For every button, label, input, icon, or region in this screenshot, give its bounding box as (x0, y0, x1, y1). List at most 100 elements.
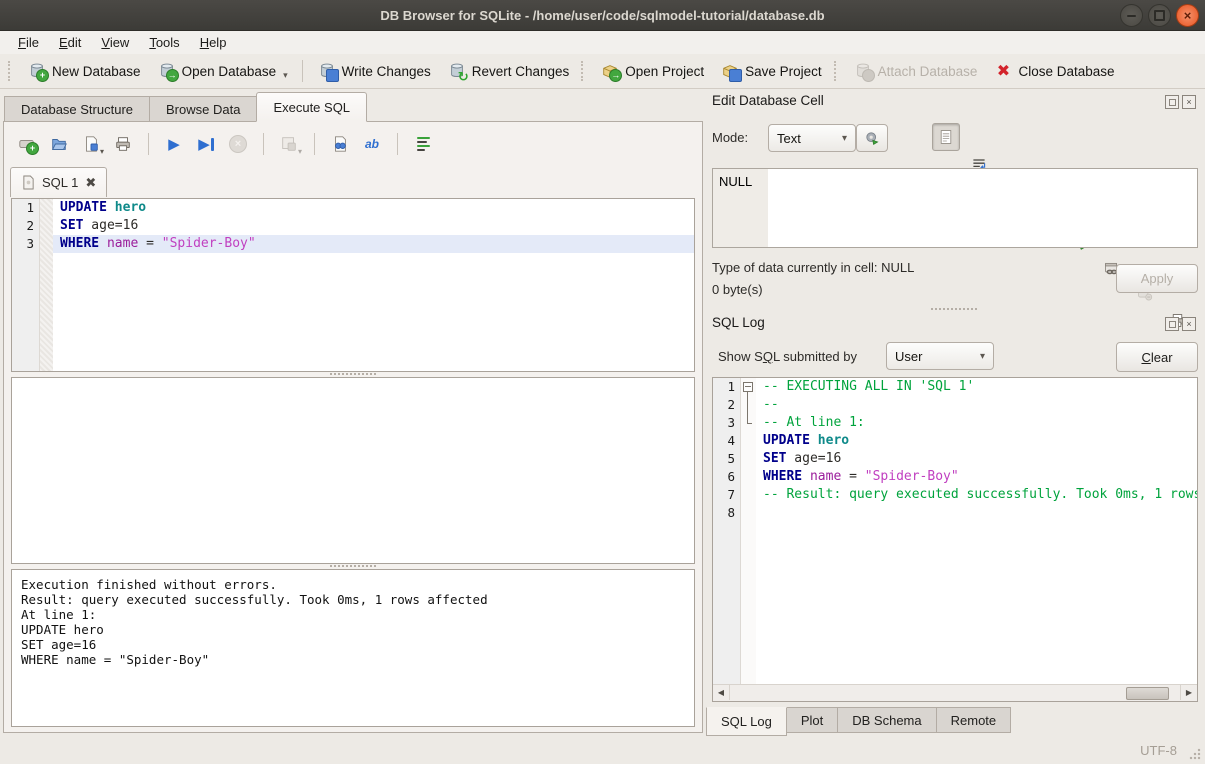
sql1-tab[interactable]: SQL 1 ✖ (10, 167, 107, 197)
execute-all-button[interactable]: ▶ (161, 131, 187, 157)
titlebar[interactable]: DB Browser for SQLite - /home/user/code/… (0, 0, 1205, 31)
stop-icon: × (229, 135, 247, 153)
editor-line-numbers: 1 2 3 (12, 199, 40, 371)
dock-float-icon[interactable] (1165, 317, 1179, 331)
dock-tab-db-schema[interactable]: DB Schema (837, 707, 936, 733)
scrollbar-thumb[interactable] (1126, 687, 1169, 700)
database-close-icon: ✖ (993, 61, 1013, 81)
attach-badge-icon (862, 69, 875, 82)
dock-splitter-handle[interactable] (706, 305, 1201, 312)
line-number: 6 (713, 468, 740, 486)
log-text-area[interactable]: -- EXECUTING ALL IN 'SQL 1' -- -- At lin… (756, 378, 1197, 701)
editor-text-area[interactable]: UPDATE hero SET age=16 WHERE name = "Spi… (53, 199, 694, 371)
toolbar-separator (263, 133, 264, 155)
cell-type-info: Type of data currently in cell: NULL (712, 260, 914, 275)
project-save-icon (720, 61, 740, 81)
fold-collapse-marker[interactable] (741, 378, 756, 396)
tab-browse-data[interactable]: Browse Data (149, 96, 257, 122)
code-line: UPDATE hero (53, 199, 694, 217)
revert-changes-button[interactable]: ↻ Revert Changes (439, 58, 578, 84)
minimize-button[interactable] (1120, 4, 1143, 27)
sql-editor[interactable]: 1 2 3 UPDATE hero SET age=16 WHERE name … (11, 198, 695, 372)
database-new-icon: + (27, 61, 47, 81)
sql1-tab-close-icon[interactable]: ✖ (85, 175, 96, 191)
sql-log-filter-label: Show SQL submitted by (718, 349, 857, 364)
cell-value-text: NULL (719, 174, 752, 189)
execute-line-button[interactable]: ▶ (193, 131, 219, 157)
sql-log-view[interactable]: 1 2 3 4 5 6 7 8 -- EXECUTING ALL IN 'SQL… (712, 377, 1198, 702)
save-project-button[interactable]: Save Project (712, 58, 830, 84)
log-line (756, 504, 1197, 522)
sql-log-filter-combobox[interactable]: User ▾ (886, 342, 994, 370)
menu-edit[interactable]: Edit (49, 33, 91, 52)
open-database-button[interactable]: → Open Database ▾ (149, 58, 296, 84)
write-changes-button[interactable]: Write Changes (309, 58, 439, 84)
line-number: 4 (713, 432, 740, 450)
mode-combobox[interactable]: Text ▾ (768, 124, 856, 152)
toolbar-grip[interactable] (834, 61, 841, 81)
clear-log-button[interactable]: Clear (1116, 342, 1198, 372)
open-database-dropdown-icon[interactable]: ▾ (283, 70, 288, 81)
tab-execute-sql[interactable]: Execute SQL (256, 92, 367, 122)
log-horizontal-scrollbar[interactable]: ◀ ▶ (713, 684, 1197, 701)
results-grid[interactable] (11, 377, 695, 564)
log-line: WHERE name = "Spider-Boy" (756, 468, 1197, 486)
edit-cell-dock-buttons: × (1165, 95, 1196, 109)
scroll-left-icon[interactable]: ◀ (713, 685, 730, 700)
execute-line-bar (211, 138, 214, 151)
splitter-handle[interactable] (4, 562, 702, 569)
resize-grip[interactable] (1189, 748, 1201, 760)
menu-help[interactable]: Help (190, 33, 237, 52)
line-number: 1 (713, 378, 740, 396)
toolbar-separator (148, 133, 149, 155)
maximize-button[interactable] (1148, 4, 1171, 27)
dock-close-icon[interactable]: × (1182, 317, 1196, 331)
dock-tab-sql-log[interactable]: SQL Log (706, 707, 787, 736)
cell-value-editor[interactable]: NULL (712, 168, 1198, 248)
new-tab-button[interactable]: + (14, 131, 40, 157)
menu-view[interactable]: View (91, 33, 139, 52)
execution-message-pane[interactable]: Execution finished without errors. Resul… (11, 569, 695, 727)
scrollbar-track[interactable] (730, 685, 1180, 701)
save-sql-dropdown-icon[interactable]: ▾ (100, 147, 104, 156)
fold-line (747, 396, 748, 414)
main-tabstrip: Database Structure Browse Data Execute S… (4, 93, 366, 122)
close-button[interactable]: × (1176, 4, 1199, 27)
menubar: File Edit View Tools Help (0, 31, 1205, 54)
text-mode-button[interactable] (932, 123, 960, 151)
message-line: Result: query executed successfully. Too… (21, 592, 488, 607)
dock-tab-remote[interactable]: Remote (936, 707, 1012, 733)
splitter-handle[interactable] (4, 370, 702, 377)
save-badge-icon (729, 69, 742, 82)
save-sql-file-button[interactable]: ▾ (78, 131, 104, 157)
open-project-button[interactable]: → Open Project (592, 58, 712, 84)
tab-database-structure[interactable]: Database Structure (4, 96, 150, 122)
dock-close-icon[interactable]: × (1182, 95, 1196, 109)
scroll-right-icon[interactable]: ▶ (1180, 685, 1197, 700)
print-button[interactable] (110, 131, 136, 157)
log-line: -- (756, 396, 1197, 414)
format-sql-button[interactable] (410, 131, 436, 157)
apply-cell-button[interactable] (856, 124, 888, 152)
new-database-button[interactable]: + New Database (19, 58, 149, 84)
replace-icon: ab (362, 134, 382, 154)
maximize-icon (1154, 10, 1165, 21)
find-button[interactable] (327, 131, 353, 157)
database-attach-icon (853, 61, 873, 81)
stop-button: × (225, 131, 251, 157)
dock-tab-plot[interactable]: Plot (786, 707, 838, 733)
log-fold-margin (741, 378, 756, 701)
open-sql-file-button[interactable] (46, 131, 72, 157)
replace-button[interactable]: ab (359, 131, 385, 157)
menu-file[interactable]: File (8, 33, 49, 52)
sql-log-dock-title: SQL Log (712, 315, 765, 330)
toolbar-grip[interactable] (8, 61, 15, 81)
fold-line (747, 414, 748, 423)
dock-float-icon[interactable] (1165, 95, 1179, 109)
open-sql-file-icon (49, 134, 69, 154)
toolbar-grip[interactable] (581, 61, 588, 81)
menu-tools[interactable]: Tools (139, 33, 189, 52)
close-database-button[interactable]: ✖ Close Database (985, 58, 1122, 84)
code-line: SET age=16 (53, 217, 694, 235)
close-icon: × (1184, 9, 1192, 22)
